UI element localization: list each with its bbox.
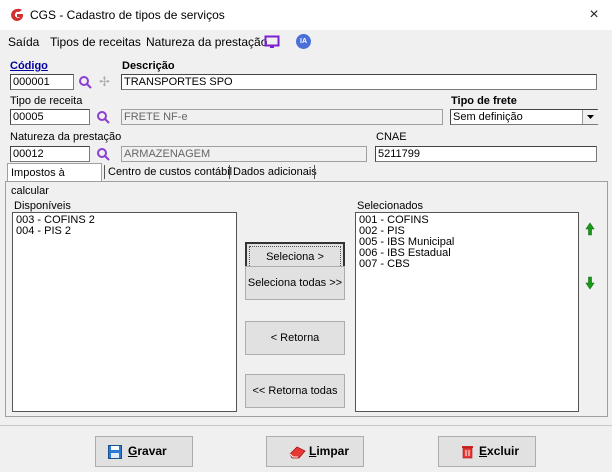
codigo-input[interactable]: 000001	[10, 74, 74, 90]
tab-impostos[interactable]: Impostos à calcular	[7, 163, 102, 197]
gravar-button[interactable]: Gravar	[95, 436, 193, 467]
tab-centro-custos[interactable]: Centro de custos contábil	[105, 163, 235, 181]
trash-icon	[462, 446, 473, 459]
menu-tipos-de-receitas[interactable]: Tipos de receitas	[50, 35, 141, 49]
descricao-input[interactable]: TRANSPORTES SPO	[121, 74, 597, 90]
retorna-button[interactable]: < Retorna	[245, 321, 345, 355]
tab-separator	[314, 165, 315, 179]
eraser-icon	[289, 446, 306, 459]
app-logo-icon	[11, 8, 23, 21]
retorna-label: < Retorna	[270, 332, 320, 344]
tipo-frete-select[interactable]: Sem definição	[450, 109, 598, 125]
natureza-code-input[interactable]: 00012	[10, 146, 90, 162]
gravar-mnemonic: G	[128, 444, 138, 458]
codigo-label: Código	[10, 60, 48, 72]
disponiveis-list[interactable]: 003 - COFINS 2 004 - PIS 2	[12, 212, 237, 412]
ia-label: IA	[300, 38, 307, 45]
tipo-receita-code-input[interactable]: 00005	[10, 109, 90, 125]
tipo-receita-label: Tipo de receita	[10, 95, 83, 107]
search-icon[interactable]	[96, 110, 110, 124]
selecionados-label: Selecionados	[357, 200, 424, 212]
ia-icon[interactable]: IA	[296, 34, 311, 49]
tipo-frete-label: Tipo de frete	[451, 95, 517, 107]
list-item[interactable]: 004 - PIS 2	[16, 226, 233, 237]
menu-natureza-da-prestacao[interactable]: Natureza da prestação	[146, 35, 267, 49]
arrow-up-icon[interactable]	[585, 222, 595, 236]
excluir-label: xcluir	[487, 444, 520, 458]
chevron-down-icon[interactable]	[582, 110, 598, 124]
retorna-todas-button[interactable]: << Retorna todas	[245, 374, 345, 408]
focus-ring	[249, 246, 341, 268]
tab-dados-adicionais[interactable]: Dados adicionais	[230, 163, 320, 181]
list-item[interactable]: 007 - CBS	[359, 259, 575, 270]
cnae-input[interactable]: 5211799	[375, 146, 597, 162]
retorna-todas-label: << Retorna todas	[252, 385, 338, 397]
excluir-button[interactable]: Excluir	[438, 436, 536, 467]
excluir-mnemonic: E	[479, 444, 488, 458]
menu-saida[interactable]: Saída	[8, 35, 39, 49]
natureza-desc-field: ARMAZENAGEM	[121, 146, 367, 162]
plus-icon[interactable]: ✢	[99, 74, 110, 90]
disponiveis-label: Disponíveis	[14, 200, 71, 212]
save-icon	[108, 445, 122, 459]
close-icon[interactable]: ×	[584, 5, 604, 25]
search-icon[interactable]	[96, 147, 110, 161]
seleciona-todas-button[interactable]: Seleciona todas >>	[245, 266, 345, 300]
cnae-label: CNAE	[376, 131, 407, 143]
selecionados-list[interactable]: 001 - COFINS 002 - PIS 005 - IBS Municip…	[355, 212, 579, 412]
tipo-receita-desc-field: FRETE NF-e	[121, 109, 443, 125]
natureza-label: Natureza da prestação	[10, 131, 122, 143]
limpar-label: impar	[316, 444, 350, 458]
arrow-down-icon[interactable]	[585, 276, 595, 290]
window-title: CGS - Cadastro de tipos de serviços	[30, 8, 225, 22]
monitor-icon[interactable]	[264, 35, 280, 49]
gravar-label: ravar	[137, 444, 167, 458]
tipo-frete-value: Sem definição	[453, 111, 523, 123]
seleciona-todas-label: Seleciona todas >>	[247, 277, 343, 289]
search-icon[interactable]	[78, 75, 92, 89]
descricao-label: Descrição	[122, 60, 175, 72]
limpar-button[interactable]: Limpar	[266, 436, 364, 467]
